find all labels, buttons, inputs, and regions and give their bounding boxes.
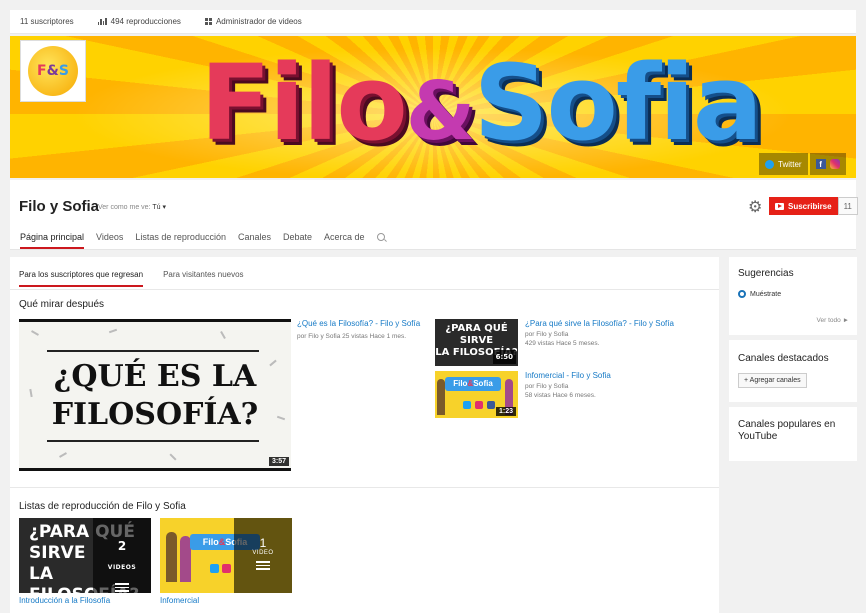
- playlist-count-overlay: 2 VIDEOS: [93, 518, 151, 593]
- search-icon[interactable]: [376, 233, 385, 241]
- video-title[interactable]: ¿Para qué sirve la Filosofía? - Filo y S…: [525, 319, 674, 328]
- suggestions-card: Sugerencias Muéstrate Ver todo ►: [729, 257, 857, 335]
- tab-playlists[interactable]: Listas de reproducción: [135, 232, 226, 249]
- whats-next-title: Qué mirar después: [19, 299, 105, 310]
- subtab-returning[interactable]: Para los suscriptores que regresan: [19, 270, 144, 287]
- twitter-icon: [765, 159, 774, 169]
- featured-video-thumbnail[interactable]: ¿QUÉ ES LA FILOSOFÍA? 3:57: [19, 319, 291, 471]
- video-author: por Filo y Sofia: [525, 331, 569, 338]
- social-links: Twitter f: [759, 153, 846, 175]
- character-figure: [166, 532, 177, 582]
- video-thumbnail[interactable]: ¿PARA QUÉ SIRVE LA FILOSOFÍA? 6:50: [435, 319, 518, 366]
- channel-tabs: Página principal Videos Listas de reprod…: [20, 232, 385, 249]
- main-content: Para los suscriptores que regresan Para …: [10, 257, 719, 613]
- grid-icon: [204, 18, 212, 25]
- add-channels-button[interactable]: + Agregar canales: [738, 373, 807, 388]
- featured-channels-title: Canales destacados: [738, 353, 829, 364]
- video-thumbnail[interactable]: Filo&Sofia 1:23: [435, 371, 518, 418]
- banner-title: Filo&Sofia: [200, 42, 763, 164]
- playlist-thumbnail[interactable]: ¿PARA QUÉ SIRVE LA FILOSOFÍA? 2 VIDEOS: [19, 518, 151, 593]
- playlist-title[interactable]: Introducción a la Filosofía: [19, 596, 110, 605]
- gear-icon[interactable]: ⚙: [748, 197, 762, 217]
- video-title[interactable]: Infomercial - Filo y Sofia: [525, 371, 611, 380]
- subscriber-count[interactable]: 11 suscriptores: [20, 17, 74, 26]
- featured-video-meta: por Filo y Sofia 25 vistas Hace 1 mes.: [297, 333, 407, 340]
- video-duration: 3:57: [268, 457, 289, 466]
- suggestion-item[interactable]: Muéstrate: [738, 290, 781, 298]
- thumb-dash: [220, 331, 226, 339]
- featured-channels-card: Canales destacados + Agregar canales: [729, 340, 857, 402]
- playlist-count-overlay: 1 VIDEO: [234, 518, 292, 593]
- playlist-icon: [115, 583, 129, 592]
- video-stats: 429 vistas Hace 5 meses.: [525, 340, 600, 347]
- tab-about[interactable]: Acerca de: [324, 232, 365, 249]
- ring-icon: [738, 290, 746, 298]
- subtab-new-visitors[interactable]: Para visitantes nuevos: [163, 270, 244, 287]
- bar-chart-icon: [97, 18, 107, 25]
- channel-avatar[interactable]: F & S: [20, 40, 86, 102]
- popular-channels-title: Canales populares en YouTube: [738, 419, 836, 442]
- facebook-icon: [487, 401, 495, 409]
- instagram-icon: [829, 159, 840, 169]
- instagram-icon: [222, 564, 231, 573]
- facebook-icon: f: [815, 159, 826, 169]
- thumb-dash: [169, 453, 177, 461]
- playlist-title[interactable]: Infomercial: [160, 596, 199, 605]
- view-as-selector[interactable]: Ver como me ve: Tú ▾: [98, 203, 166, 211]
- instagram-icon: [475, 401, 483, 409]
- divider: [10, 487, 719, 488]
- featured-video-title[interactable]: ¿Qué es la Filosofía? - Filo y Sofía: [297, 319, 420, 328]
- thumb-rule: [47, 350, 259, 352]
- filo-sofia-logo: Filo&Sofia: [445, 377, 501, 391]
- suggestions-title: Sugerencias: [738, 268, 794, 279]
- subscribe-button[interactable]: Suscribirse 11: [769, 197, 858, 215]
- video-duration: 1:23: [495, 407, 516, 416]
- thumb-dash: [108, 328, 118, 334]
- channel-name[interactable]: Filo y Sofia: [19, 198, 99, 215]
- video-duration: 6:50: [492, 350, 516, 364]
- featured-thumb-text: ¿QUÉ ES LA FILOSOFÍA?: [51, 359, 259, 432]
- playlist-icon: [256, 561, 270, 570]
- audience-subtabs: Para los suscriptores que regresan Para …: [19, 270, 244, 287]
- tab-videos[interactable]: Videos: [96, 232, 123, 249]
- video-stats: 58 vistas Hace 6 meses.: [525, 392, 596, 399]
- channel-stats-bar: 11 suscriptores 494 reproducciones Admin…: [10, 10, 856, 34]
- character-figure: [437, 379, 445, 415]
- views-stat[interactable]: 494 reproducciones: [97, 17, 181, 26]
- thumb-dash: [59, 452, 67, 458]
- thumb-rule: [47, 440, 259, 442]
- see-all-link[interactable]: Ver todo ►: [817, 317, 849, 324]
- channel-banner: Filo&Sofia: [10, 36, 856, 178]
- twitter-link[interactable]: Twitter: [759, 153, 808, 175]
- twitter-icon: [210, 564, 219, 573]
- subscribe-count: 11: [837, 197, 858, 215]
- playlist-thumbnail[interactable]: Filo&Sofia 1 VIDEO: [160, 518, 292, 593]
- twitter-icon: [463, 401, 471, 409]
- facebook-instagram-links[interactable]: f: [809, 153, 846, 175]
- playlists-title: Listas de reproducción de Filo y Sofia: [19, 501, 186, 512]
- thumb-dash: [31, 330, 39, 336]
- tab-discussion[interactable]: Debate: [283, 232, 312, 249]
- tab-home[interactable]: Página principal: [20, 232, 85, 249]
- filo-sofia-logo: F & S: [28, 46, 78, 96]
- channel-header: Filo y Sofia Ver como me ve: Tú ▾ ⚙ Susc…: [10, 180, 858, 250]
- tab-channels[interactable]: Canales: [238, 232, 271, 249]
- video-author: por Filo y Sofia: [525, 383, 569, 390]
- subscribe-label[interactable]: Suscribirse: [769, 197, 838, 215]
- popular-channels-card: Canales populares en YouTube: [729, 407, 857, 461]
- youtube-play-icon: [775, 202, 784, 210]
- divider: [10, 289, 719, 290]
- video-manager-link[interactable]: Administrador de videos: [204, 17, 302, 26]
